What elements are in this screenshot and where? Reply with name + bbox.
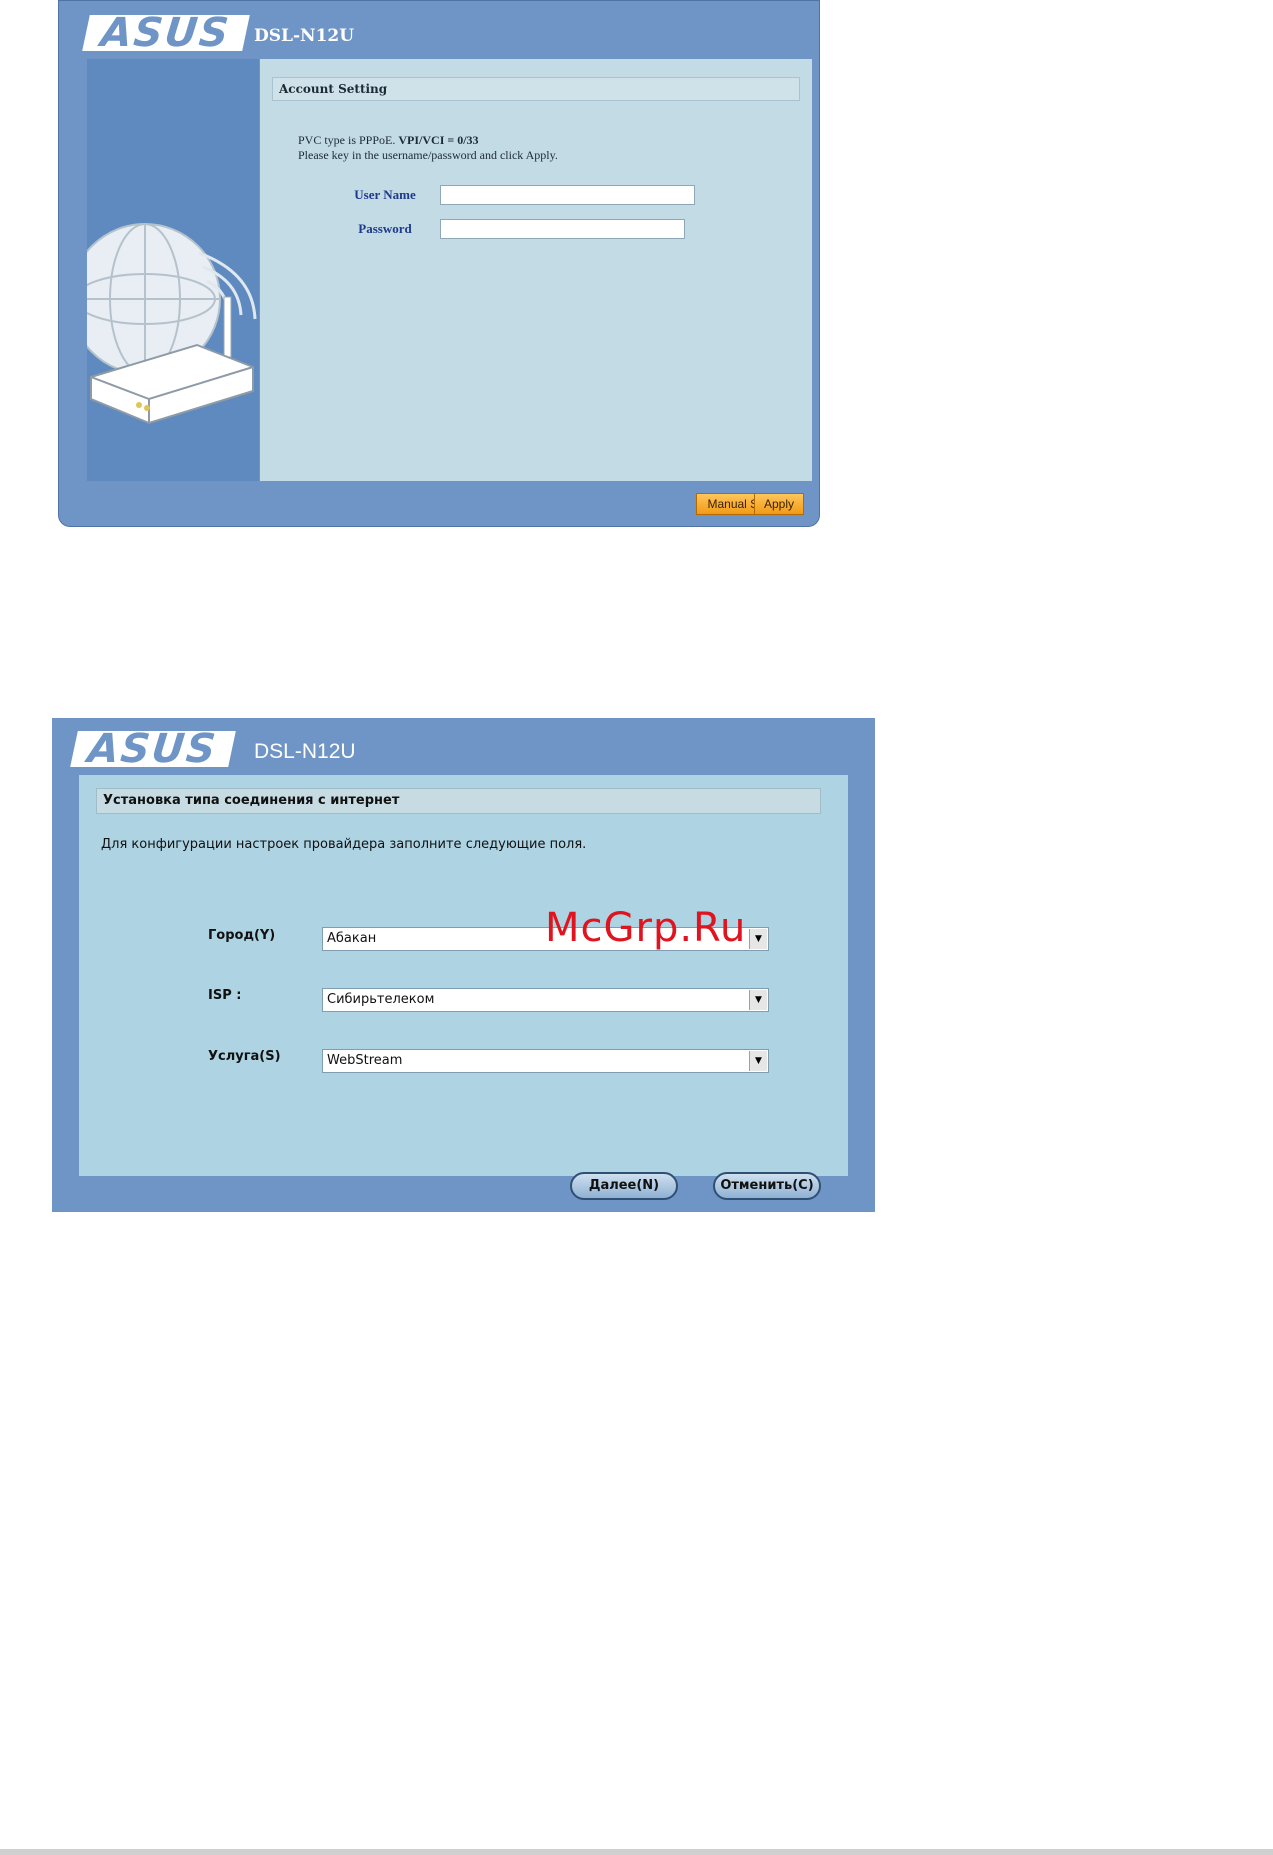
apply-button[interactable]: Apply xyxy=(754,493,804,515)
button-bar: Manual Setting xyxy=(87,482,812,519)
watermark: McGrp.Ru xyxy=(545,905,747,951)
city-label: Город(Y) xyxy=(208,928,276,943)
desc-prefix: PVC type is PPPoE. xyxy=(298,133,399,147)
section-title: Установка типа соединения с интернет xyxy=(96,788,821,814)
next-button[interactable]: Далее(N) xyxy=(570,1172,678,1200)
isp-value: Сибирьтелеком xyxy=(327,992,435,1007)
service-select[interactable]: WebStream ▼ xyxy=(322,1049,769,1073)
chevron-down-icon[interactable]: ▼ xyxy=(749,1051,767,1071)
isp-label: ISP : xyxy=(208,988,242,1003)
description: PVC type is PPPoE. VPI/VCI = 0/33 Please… xyxy=(298,133,558,163)
connection-type-window: ASUS DSL-N12U Установка типа соединения … xyxy=(52,718,875,1212)
isp-select[interactable]: Сибирьтелеком ▼ xyxy=(322,988,769,1012)
asus-logo: ASUS xyxy=(82,10,250,56)
page-bottom-rule xyxy=(0,1849,1273,1855)
city-value: Абакан xyxy=(327,931,377,946)
username-input[interactable] xyxy=(440,185,695,205)
asus-logo: ASUS xyxy=(70,726,236,772)
description: Для конфигурации настроек провайдера зап… xyxy=(101,837,587,852)
router-globe-illustration xyxy=(87,223,257,425)
content-area: Установка типа соединения с интернет Для… xyxy=(79,775,848,1176)
illustration-panel xyxy=(87,59,259,481)
chevron-down-icon[interactable]: ▼ xyxy=(749,929,767,949)
account-setting-window: ASUS DSL-N12U Account Setting PVC type i… xyxy=(58,0,820,527)
model-name: DSL-N12U xyxy=(254,26,355,46)
service-value: WebStream xyxy=(327,1053,403,1068)
content-area: Account Setting PVC type is PPPoE. VPI/V… xyxy=(260,59,812,481)
password-label: Password xyxy=(358,221,412,236)
chevron-down-icon[interactable]: ▼ xyxy=(749,990,767,1010)
cancel-button[interactable]: Отменить(C) xyxy=(713,1172,821,1200)
username-label: User Name xyxy=(354,187,416,202)
vpi-vci-value: VPI/VCI = 0/33 xyxy=(398,133,479,147)
logo-text: ASUS xyxy=(98,10,234,56)
service-label: Услуга(S) xyxy=(208,1049,281,1064)
password-input[interactable] xyxy=(440,219,685,239)
model-name: DSL-N12U xyxy=(254,740,356,763)
desc-line-2: Please key in the username/password and … xyxy=(298,148,558,162)
section-title: Account Setting xyxy=(272,77,800,101)
desc-line-1: PVC type is PPPoE. VPI/VCI = 0/33 xyxy=(298,133,558,148)
logo-text: ASUS xyxy=(85,726,221,772)
